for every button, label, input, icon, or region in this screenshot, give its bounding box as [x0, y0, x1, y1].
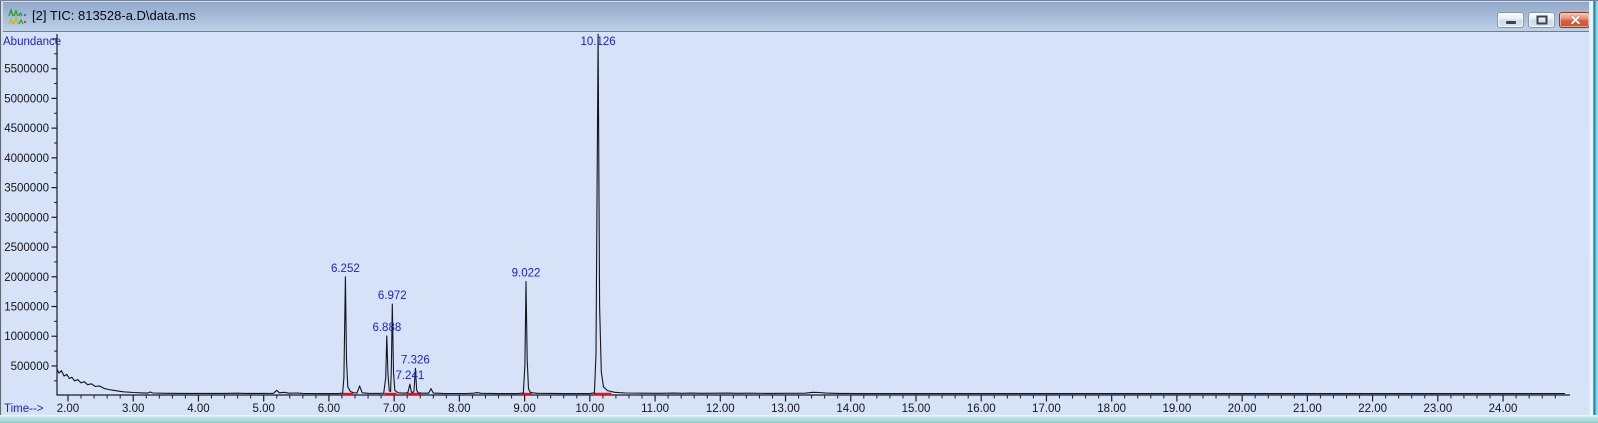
- peak-label: 10.126: [580, 36, 615, 48]
- tic-trace: [56, 33, 1565, 395]
- x-axis-tick-label: 20.00: [1228, 403, 1257, 415]
- y-axis-tick-label: 1500000: [4, 302, 49, 314]
- x-axis-tick-label: 24.00: [1489, 403, 1518, 415]
- maximize-button[interactable]: [1528, 12, 1555, 28]
- x-axis-tick-label: 19.00: [1163, 403, 1192, 415]
- axis-lines: [56, 34, 1570, 396]
- peak-label: 7.241: [395, 370, 424, 382]
- x-axis-tick-label: 5.00: [252, 403, 274, 415]
- peak-label: 6.888: [372, 322, 401, 334]
- x-axis-tick-label: 8.00: [448, 403, 470, 415]
- x-axis-tick-label: 2.00: [57, 403, 79, 415]
- close-button[interactable]: [1559, 12, 1590, 28]
- x-axis-tick-label: 14.00: [836, 403, 865, 415]
- peak-label: 9.022: [512, 268, 541, 280]
- window-controls: [1497, 12, 1590, 28]
- chromatogram-window: [2] TIC: 813528-a.D\data.ms 2.00 3.00 4.00…: [0, 0, 1598, 423]
- x-axis-tick-label: 22.00: [1358, 403, 1387, 415]
- minimize-icon: [1505, 21, 1516, 24]
- peak-label: 6.972: [378, 290, 407, 302]
- x-axis-tick-label: 12.00: [706, 403, 735, 415]
- peak-label: 6.252: [331, 263, 360, 275]
- y-axis-tick-label: 3000000: [4, 212, 49, 224]
- maximize-icon: [1536, 15, 1547, 25]
- y-axis-tick-label: 4000000: [4, 153, 49, 165]
- y-axis-tick-label: 5500000: [4, 64, 49, 76]
- chromatogram-icon: [8, 7, 28, 25]
- x-axis-tick-label: 17.00: [1032, 403, 1061, 415]
- y-axis-tick-label: 5000000: [4, 93, 49, 105]
- x-axis-tick-label: 3.00: [122, 403, 144, 415]
- y-axis-tick-label: 2500000: [4, 242, 49, 254]
- window-left-frame: [0, 1, 3, 423]
- chromatogram-plot[interactable]: 2.00 3.00 4.00 5.00 6.00 7.00 8.00 9.00 10.00 11.…: [0, 32, 1598, 423]
- y-axis-tick-label: 4500000: [4, 123, 49, 135]
- x-axis-tick-label: 10.00: [575, 403, 604, 415]
- window-bottom-frame: [0, 415, 1598, 423]
- x-axis-tick-label: 4.00: [187, 403, 209, 415]
- x-axis-tick-label: 21.00: [1293, 403, 1322, 415]
- x-axis-tick-label: 16.00: [967, 403, 996, 415]
- x-axis-tick-label: 13.00: [771, 403, 800, 415]
- window-titlebar[interactable]: [2] TIC: 813528-a.D\data.ms: [0, 1, 1598, 32]
- x-axis-tick-label: 11.00: [641, 403, 669, 415]
- x-axis-tick-label: 9.00: [513, 403, 535, 415]
- y-axis-tick-label: 1000000: [4, 331, 49, 343]
- chromatogram-canvas[interactable]: 2.00 3.00 4.00 5.00 6.00 7.00 8.00 9.00 10.00 11.…: [0, 32, 1598, 423]
- y-axis-tick-label: 500000: [11, 361, 49, 373]
- x-axis-tick-label: 6.00: [318, 403, 340, 415]
- minimize-button[interactable]: [1497, 12, 1524, 28]
- x-axis-tick-label: 15.00: [902, 403, 931, 415]
- window-right-frame: [1589, 1, 1598, 423]
- x-axis-tick-label: 18.00: [1097, 403, 1126, 415]
- peak-label: 7.326: [401, 354, 430, 366]
- x-axis-tick-label: 7.00: [383, 403, 405, 415]
- y-axis-tick-label: 3500000: [4, 183, 49, 195]
- y-axis-title: Abundance: [3, 36, 61, 48]
- y-axis-tick-label: 2000000: [4, 272, 49, 284]
- x-axis-title: Time-->: [4, 403, 44, 415]
- window-title: [2] TIC: 813528-a.D\data.ms: [32, 8, 196, 23]
- x-axis-tick-label: 23.00: [1423, 403, 1452, 415]
